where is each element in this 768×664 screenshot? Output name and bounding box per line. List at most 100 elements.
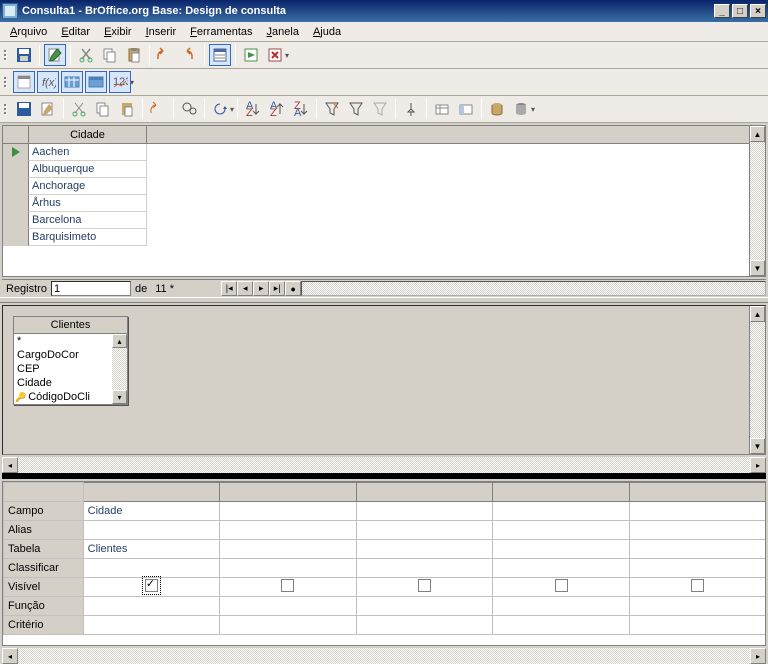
table-box-title[interactable]: Clientes bbox=[14, 317, 127, 334]
sort-icon[interactable]: ZA bbox=[290, 98, 312, 120]
row-alias[interactable]: Alias bbox=[4, 521, 84, 540]
visible-checkbox[interactable] bbox=[281, 579, 294, 592]
corner-cell[interactable] bbox=[4, 483, 84, 502]
copy-icon[interactable] bbox=[92, 98, 114, 120]
campo-cell[interactable]: Cidade bbox=[83, 502, 220, 521]
row-criterio[interactable]: Critério bbox=[4, 616, 84, 635]
cell[interactable]: Albuquerque bbox=[29, 161, 147, 178]
scroll-left-icon[interactable]: ◂ bbox=[2, 648, 18, 664]
pin-icon[interactable] bbox=[400, 98, 422, 120]
toolbar-grip[interactable] bbox=[4, 45, 9, 65]
scroll-track[interactable] bbox=[750, 322, 765, 438]
autofilter-icon[interactable] bbox=[321, 98, 343, 120]
table-layout-icon[interactable] bbox=[431, 98, 453, 120]
cell[interactable]: Anchorage bbox=[29, 178, 147, 195]
add-table-icon[interactable] bbox=[13, 71, 35, 93]
menu-ajuda[interactable]: Ajuda bbox=[307, 24, 347, 40]
field-list-scrollbar[interactable]: ▴▾ bbox=[112, 334, 127, 404]
column-slot[interactable] bbox=[493, 483, 630, 502]
table-field[interactable]: CEP bbox=[14, 362, 127, 376]
row-tabela[interactable]: Tabela bbox=[4, 540, 84, 559]
undo-icon[interactable] bbox=[154, 44, 176, 66]
toolbar-grip[interactable] bbox=[4, 72, 9, 92]
row-selector[interactable] bbox=[3, 229, 29, 246]
scroll-track[interactable] bbox=[750, 142, 765, 260]
paste-icon[interactable] bbox=[116, 98, 138, 120]
table-name-icon[interactable] bbox=[61, 71, 83, 93]
table-row[interactable]: Barquisimeto bbox=[3, 229, 749, 246]
first-record-icon[interactable]: |◂ bbox=[221, 281, 237, 296]
edit-data-icon[interactable] bbox=[37, 98, 59, 120]
scroll-up-icon[interactable]: ▲ bbox=[750, 126, 765, 142]
scroll-down-icon[interactable]: ▼ bbox=[750, 260, 765, 276]
scroll-right-icon[interactable]: ▸ bbox=[750, 457, 766, 473]
row-visivel[interactable]: Visível bbox=[4, 578, 84, 597]
row-selector[interactable] bbox=[3, 195, 29, 212]
design-view-icon[interactable] bbox=[209, 44, 231, 66]
menu-editar[interactable]: Editar bbox=[55, 24, 96, 40]
clear-query-icon[interactable] bbox=[264, 44, 286, 66]
prev-record-icon[interactable]: ◂ bbox=[237, 281, 253, 296]
toolbar-grip[interactable] bbox=[4, 99, 9, 119]
splitter[interactable] bbox=[0, 297, 768, 303]
paste-icon[interactable] bbox=[123, 44, 145, 66]
row-selector[interactable] bbox=[3, 161, 29, 178]
cell[interactable]: Århus bbox=[29, 195, 147, 212]
new-record-icon[interactable]: ● bbox=[285, 281, 301, 296]
next-record-icon[interactable]: ▸ bbox=[253, 281, 269, 296]
undo-icon[interactable] bbox=[147, 98, 169, 120]
functions-icon[interactable]: f(x) bbox=[37, 71, 59, 93]
scroll-up-icon[interactable]: ▴ bbox=[112, 334, 127, 348]
row-selector[interactable] bbox=[3, 144, 29, 161]
scroll-down-icon[interactable]: ▼ bbox=[750, 438, 765, 454]
save-icon[interactable] bbox=[13, 44, 35, 66]
cell[interactable]: Aachen bbox=[29, 144, 147, 161]
scroll-track[interactable] bbox=[18, 648, 750, 664]
sort-asc-icon[interactable]: AZ bbox=[242, 98, 264, 120]
alias-icon[interactable] bbox=[85, 71, 107, 93]
run-query-icon[interactable] bbox=[240, 44, 262, 66]
menu-inserir[interactable]: Inserir bbox=[140, 24, 183, 40]
menu-janela[interactable]: Janela bbox=[261, 24, 305, 40]
scroll-track[interactable] bbox=[18, 457, 750, 473]
table-box-clientes[interactable]: Clientes *CargoDoCorCEPCidade🔑CódigoDoCl… bbox=[13, 316, 128, 405]
scroll-left-icon[interactable]: ◂ bbox=[2, 457, 18, 473]
menu-exibir[interactable]: Exibir bbox=[98, 24, 138, 40]
table-row[interactable]: Århus bbox=[3, 195, 749, 212]
datasource2-icon[interactable] bbox=[510, 98, 532, 120]
close-button[interactable]: × bbox=[750, 4, 766, 18]
table-field[interactable]: CargoDoCor bbox=[14, 348, 127, 362]
row-selector[interactable] bbox=[3, 178, 29, 195]
visible-checkbox[interactable] bbox=[145, 579, 158, 592]
visible-checkbox[interactable] bbox=[555, 579, 568, 592]
table-layout2-icon[interactable] bbox=[455, 98, 477, 120]
remove-filter-icon[interactable] bbox=[369, 98, 391, 120]
save-record-icon[interactable] bbox=[13, 98, 35, 120]
cell[interactable]: Barquisimeto bbox=[29, 229, 147, 246]
column-slot[interactable] bbox=[629, 483, 765, 502]
table-field[interactable]: Cidade bbox=[14, 376, 127, 390]
splitter-thick[interactable] bbox=[2, 473, 766, 479]
table-row[interactable]: Barcelona bbox=[3, 212, 749, 229]
table-field[interactable]: 🔑CódigoDoCli bbox=[14, 390, 127, 404]
cut-icon[interactable] bbox=[68, 98, 90, 120]
find-icon[interactable] bbox=[178, 98, 200, 120]
record-number-input[interactable] bbox=[51, 281, 131, 296]
row-campo[interactable]: Campo bbox=[4, 502, 84, 521]
last-record-icon[interactable]: ▸| bbox=[269, 281, 285, 296]
visible-checkbox[interactable] bbox=[418, 579, 431, 592]
column-header[interactable]: Cidade bbox=[29, 126, 147, 143]
edit-icon[interactable] bbox=[44, 44, 66, 66]
copy-icon[interactable] bbox=[99, 44, 121, 66]
horizontal-scrollbar[interactable]: ◂ ▸ bbox=[2, 457, 766, 473]
menu-ferramentas[interactable]: Ferramentas bbox=[184, 24, 258, 40]
row-funcao[interactable]: Função bbox=[4, 597, 84, 616]
nav-scroll-track[interactable] bbox=[301, 281, 766, 296]
select-all-cell[interactable] bbox=[3, 126, 29, 143]
table-field[interactable]: * bbox=[14, 334, 127, 348]
filter-icon[interactable] bbox=[345, 98, 367, 120]
cut-icon[interactable] bbox=[75, 44, 97, 66]
column-slot[interactable] bbox=[356, 483, 493, 502]
row-classificar[interactable]: Classificar bbox=[4, 559, 84, 578]
scroll-up-icon[interactable]: ▲ bbox=[750, 306, 765, 322]
